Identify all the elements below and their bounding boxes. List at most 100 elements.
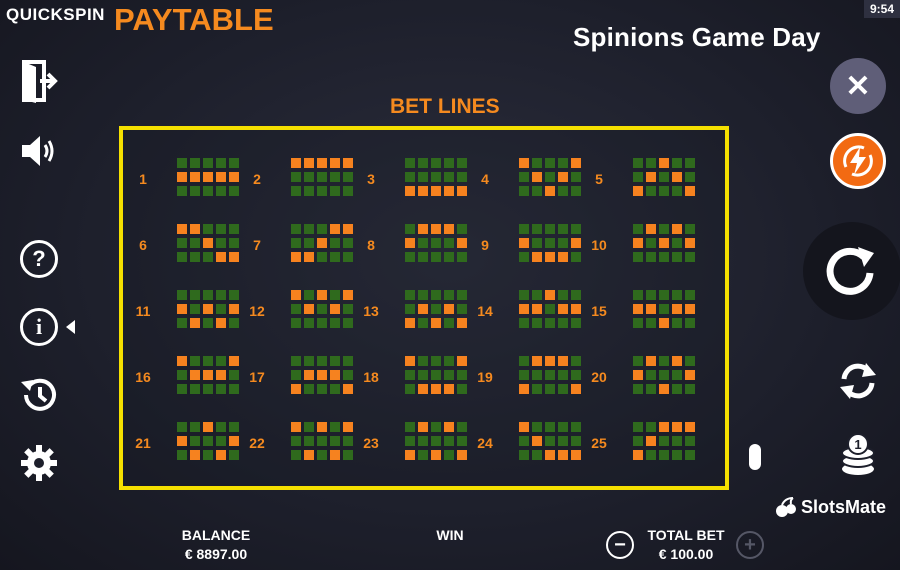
payline-cell <box>190 252 200 262</box>
payline-cell <box>405 304 415 314</box>
payline-cell-active <box>203 172 213 182</box>
payline-cell-active <box>330 304 340 314</box>
payline-cell <box>444 158 454 168</box>
payline-cell <box>229 422 239 432</box>
payline-cell <box>177 318 187 328</box>
exit-button[interactable] <box>16 58 62 104</box>
payline-cell <box>646 158 656 168</box>
payline-cell <box>646 318 656 328</box>
payline-cell <box>330 290 340 300</box>
payline-cell-active <box>203 238 213 248</box>
bet-line-pattern <box>519 290 583 330</box>
payline-cell <box>216 436 226 446</box>
bet-line-pattern <box>405 290 469 330</box>
payline-cell <box>431 252 441 262</box>
bet-line-number: 21 <box>135 435 151 451</box>
payline-cell <box>190 186 200 196</box>
payline-cell-active <box>672 224 682 234</box>
payline-cell <box>558 158 568 168</box>
payline-cell <box>519 252 529 262</box>
payline-cell <box>672 436 682 446</box>
payline-cell <box>532 186 542 196</box>
close-button[interactable]: ✕ <box>830 58 886 114</box>
bet-line-number: 23 <box>363 435 379 451</box>
payline-cell-active <box>457 450 467 460</box>
payline-cell <box>685 356 695 366</box>
bet-line-number: 12 <box>249 303 265 319</box>
payline-cell-active <box>431 186 441 196</box>
scrollbar-handle[interactable] <box>749 444 761 470</box>
payline-cell <box>190 384 200 394</box>
bet-line-pattern <box>633 422 697 462</box>
payline-cell-active <box>343 422 353 432</box>
payline-cell-active <box>571 304 581 314</box>
payline-cell-active <box>291 422 301 432</box>
payline-cell <box>558 186 568 196</box>
payline-cell <box>405 436 415 446</box>
autoplay-button[interactable] <box>832 355 884 407</box>
payline-cell <box>177 290 187 300</box>
payline-cell-active <box>685 304 695 314</box>
bet-line-pattern <box>633 290 697 330</box>
payline-cell <box>457 384 467 394</box>
payline-cell-active <box>431 450 441 460</box>
payline-cell <box>444 318 454 328</box>
payline-cell <box>343 450 353 460</box>
payline-cell <box>633 158 643 168</box>
payline-cell-active <box>190 224 200 234</box>
payline-cell <box>659 436 669 446</box>
payline-cell <box>519 318 529 328</box>
bet-line-number: 25 <box>591 435 607 451</box>
bet-settings-button[interactable]: 1 <box>833 430 883 480</box>
settings-button[interactable] <box>16 440 62 486</box>
paytable-button[interactable]: i <box>16 304 84 350</box>
payline-cell <box>685 290 695 300</box>
payline-cell <box>444 252 454 262</box>
sound-button[interactable] <box>16 128 62 174</box>
bet-line-pattern <box>177 422 241 462</box>
bet-decrease-button[interactable]: − <box>606 531 634 559</box>
payline-cell <box>304 290 314 300</box>
bet-line-number: 19 <box>477 369 493 385</box>
balance-value: € 8897.00 <box>184 546 248 562</box>
payline-cell <box>672 158 682 168</box>
payline-cell <box>672 450 682 460</box>
payline-cell-active <box>177 224 187 234</box>
payline-cell-active <box>558 172 568 182</box>
payline-cell <box>343 304 353 314</box>
payline-cell <box>343 318 353 328</box>
payline-cell <box>431 304 441 314</box>
payline-cell-active <box>646 172 656 182</box>
payline-cell-active <box>330 158 340 168</box>
payline-cell <box>203 158 213 168</box>
bet-line-number: 16 <box>135 369 151 385</box>
history-button[interactable] <box>16 372 62 418</box>
payline-cell-active <box>558 252 568 262</box>
help-button[interactable]: ? <box>16 236 62 282</box>
payline-cell-active <box>343 224 353 234</box>
payline-cell <box>532 422 542 432</box>
payline-cell-active <box>330 450 340 460</box>
total-bet-value: € 100.00 <box>658 546 714 562</box>
bet-line-pattern <box>291 422 355 462</box>
payline-cell-active <box>418 384 428 394</box>
payline-cell-active <box>545 450 555 460</box>
payline-cell <box>558 370 568 380</box>
payline-cell <box>532 158 542 168</box>
payline-cell-active <box>659 384 669 394</box>
payline-cell-active <box>519 422 529 432</box>
turbo-button[interactable] <box>830 133 886 189</box>
payline-cell <box>685 450 695 460</box>
bet-line-number: 22 <box>249 435 265 451</box>
payline-cell <box>431 356 441 366</box>
bet-line-pattern <box>177 290 241 330</box>
payline-cell <box>405 252 415 262</box>
bet-line-number: 13 <box>363 303 379 319</box>
payline-cell <box>317 436 327 446</box>
payline-cell-active <box>672 172 682 182</box>
payline-cell-active <box>571 450 581 460</box>
payline-cell-active <box>317 238 327 248</box>
payline-cell-active <box>229 304 239 314</box>
bet-increase-button[interactable]: + <box>736 531 764 559</box>
spin-button[interactable] <box>803 222 900 320</box>
